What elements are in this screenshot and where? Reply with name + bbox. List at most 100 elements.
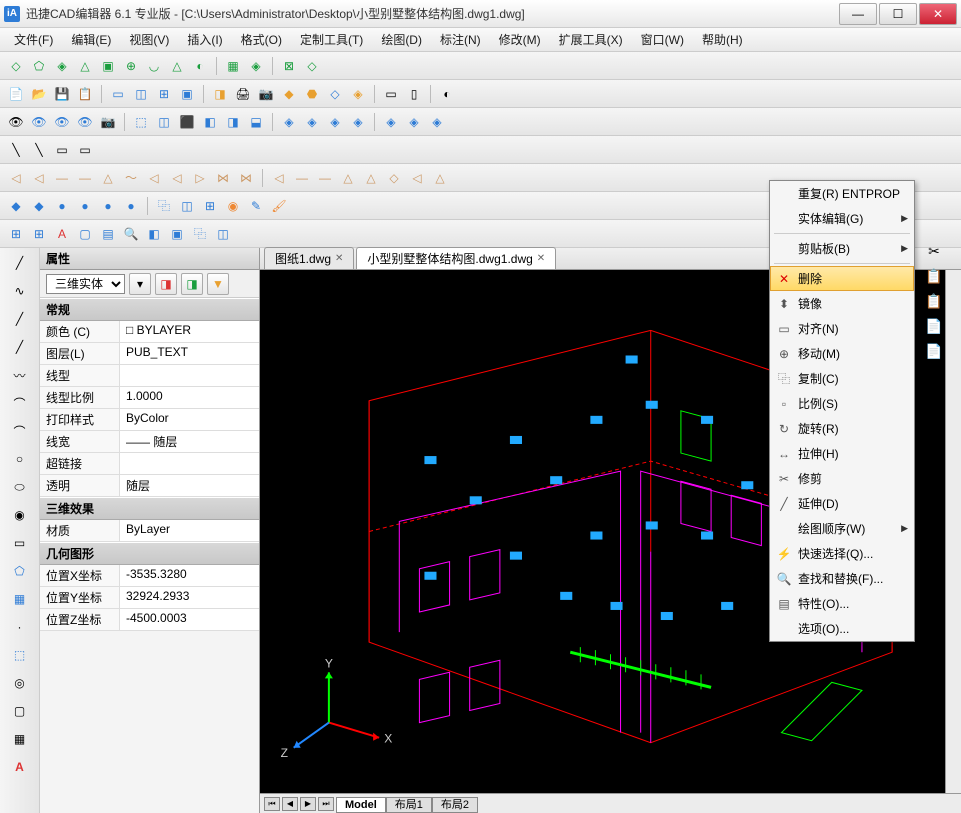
layout-tab[interactable]: Model — [336, 797, 386, 813]
rect-icon[interactable]: ▭ — [52, 140, 72, 160]
dim-icon[interactable]: ▷ — [190, 168, 210, 188]
property-value[interactable] — [120, 453, 259, 474]
dim-icon[interactable]: — — [292, 168, 312, 188]
shape-icon[interactable]: ◈ — [52, 56, 72, 76]
property-value[interactable]: -3535.3280 — [120, 565, 259, 586]
copy-icon[interactable]: ⿻ — [154, 196, 174, 216]
line-icon[interactable]: ╲ — [29, 140, 49, 160]
property-value[interactable]: 32924.2933 — [120, 587, 259, 608]
tool-icon[interactable]: ▭ — [381, 84, 401, 104]
circle-tool-icon[interactable]: ◎ — [9, 672, 31, 694]
prop-tool-button[interactable]: ▾ — [129, 273, 151, 295]
line-icon[interactable]: ╲ — [6, 140, 26, 160]
table-tool-icon[interactable]: ▦ — [9, 728, 31, 750]
cube-icon[interactable]: ◫ — [154, 112, 174, 132]
context-menu-item[interactable]: ✕删除 — [770, 266, 914, 291]
dim-icon[interactable]: ◁ — [144, 168, 164, 188]
search-icon[interactable]: 🔍 — [121, 224, 141, 244]
modify-icon[interactable]: ◫ — [213, 224, 233, 244]
shape-icon[interactable]: ◇ — [302, 56, 322, 76]
clipboard-tool-icon[interactable]: 📋 — [919, 265, 949, 287]
tab-close-icon[interactable]: ✕ — [537, 253, 545, 264]
tool-icon[interactable]: ◐ — [437, 84, 457, 104]
menu-item[interactable]: 修改(M) — [491, 29, 549, 50]
modify-icon[interactable]: ◧ — [144, 224, 164, 244]
property-section-header[interactable]: 几何图形 — [40, 542, 259, 565]
camera-icon[interactable]: 📷 — [98, 112, 118, 132]
context-menu-item[interactable]: 重复(R) ENTPROP — [770, 181, 914, 206]
dim-icon[interactable]: △ — [98, 168, 118, 188]
property-value[interactable]: □ BYLAYER — [120, 321, 259, 342]
menu-item[interactable]: 插入(I) — [179, 29, 230, 50]
iso-icon[interactable]: ◈ — [381, 112, 401, 132]
save-icon[interactable]: 💾 — [52, 84, 72, 104]
tab-nav-last[interactable]: ⏭ — [318, 797, 334, 811]
text-tool-icon[interactable]: A — [9, 756, 31, 778]
context-menu-item[interactable]: ╱延伸(D) — [770, 491, 914, 516]
document-tab[interactable]: 小型别墅整体结构图.dwg1.dwg✕ — [356, 247, 556, 269]
shape-icon[interactable]: ◇ — [6, 56, 26, 76]
dim-icon[interactable]: ◁ — [29, 168, 49, 188]
solid-icon[interactable]: ◆ — [29, 196, 49, 216]
clipboard-tool-icon[interactable]: 📄 — [919, 315, 949, 337]
iso-icon[interactable]: ◈ — [348, 112, 368, 132]
cube-icon[interactable]: ◨ — [223, 112, 243, 132]
window-icon[interactable]: ▭ — [108, 84, 128, 104]
tab-close-icon[interactable]: ✕ — [335, 253, 343, 264]
cube-icon[interactable]: ⬛ — [177, 112, 197, 132]
context-menu-item[interactable]: 实体编辑(G)▶ — [770, 206, 914, 231]
new-icon[interactable]: 📄 — [6, 84, 26, 104]
eye-icon[interactable]: 👁 — [6, 112, 26, 132]
tool-icon[interactable]: ◇ — [325, 84, 345, 104]
modify-icon[interactable]: ⊞ — [29, 224, 49, 244]
xline-tool-icon[interactable]: ╱ — [9, 336, 31, 358]
hatch-tool-icon[interactable]: ⬚ — [9, 644, 31, 666]
property-value[interactable]: -4500.0003 — [120, 609, 259, 630]
polygon-tool-icon[interactable]: ⬠ — [9, 560, 31, 582]
dim-icon[interactable]: ◁ — [269, 168, 289, 188]
tool-icon[interactable]: ◆ — [279, 84, 299, 104]
menu-item[interactable]: 帮助(H) — [694, 29, 751, 50]
tool-icon[interactable]: ⬣ — [302, 84, 322, 104]
iso-icon[interactable]: ◈ — [404, 112, 424, 132]
shape-icon[interactable]: ◐ — [190, 56, 210, 76]
point-tool-icon[interactable]: · — [9, 616, 31, 638]
shape-icon[interactable]: ▦ — [223, 56, 243, 76]
property-value[interactable] — [120, 365, 259, 386]
menu-item[interactable]: 视图(V) — [121, 29, 177, 50]
solid-icon[interactable]: ● — [52, 196, 72, 216]
cube-icon[interactable]: ◧ — [200, 112, 220, 132]
context-menu-item[interactable]: ▫比例(S) — [770, 391, 914, 416]
context-menu-item[interactable]: 🔍查找和替换(F)... — [770, 566, 914, 591]
dim-icon[interactable]: — — [75, 168, 95, 188]
property-value[interactable]: —— 随层 — [120, 431, 259, 452]
menu-item[interactable]: 定制工具(T) — [292, 29, 371, 50]
camera-icon[interactable]: 📷 — [256, 84, 276, 104]
shape-icon[interactable]: ▣ — [98, 56, 118, 76]
window-icon[interactable]: ◫ — [131, 84, 151, 104]
property-value[interactable]: ByColor — [120, 409, 259, 430]
property-section-header[interactable]: 三维效果 — [40, 497, 259, 520]
modify-icon[interactable]: ▤ — [98, 224, 118, 244]
modify-icon[interactable]: ⊞ — [6, 224, 26, 244]
modify-icon[interactable]: ▣ — [167, 224, 187, 244]
tool-icon[interactable]: ◈ — [348, 84, 368, 104]
context-menu-item[interactable]: ⊕移动(M) — [770, 341, 914, 366]
property-value[interactable]: ByLayer — [120, 520, 259, 541]
dim-icon[interactable]: — — [52, 168, 72, 188]
clipboard-tool-icon[interactable]: 📄 — [919, 340, 949, 362]
cube-icon[interactable]: ⬓ — [246, 112, 266, 132]
solid-icon[interactable]: ● — [98, 196, 118, 216]
clipboard-tool-icon[interactable]: 📋 — [919, 290, 949, 312]
property-section-header[interactable]: 常规 — [40, 298, 259, 321]
shape-icon[interactable]: ⬠ — [29, 56, 49, 76]
context-menu-item[interactable]: ⿻复制(C) — [770, 366, 914, 391]
menu-item[interactable]: 绘图(D) — [373, 29, 430, 50]
modify-icon[interactable]: ⿻ — [190, 224, 210, 244]
arc-tool-icon[interactable]: ⌒ — [9, 420, 31, 442]
tool-icon[interactable]: 🖌 — [269, 196, 289, 216]
eye-icon[interactable]: 👁 — [75, 112, 95, 132]
context-menu-item[interactable]: 选项(O)... — [770, 616, 914, 641]
menu-item[interactable]: 标注(N) — [432, 29, 489, 50]
maximize-button[interactable]: ☐ — [879, 3, 917, 25]
